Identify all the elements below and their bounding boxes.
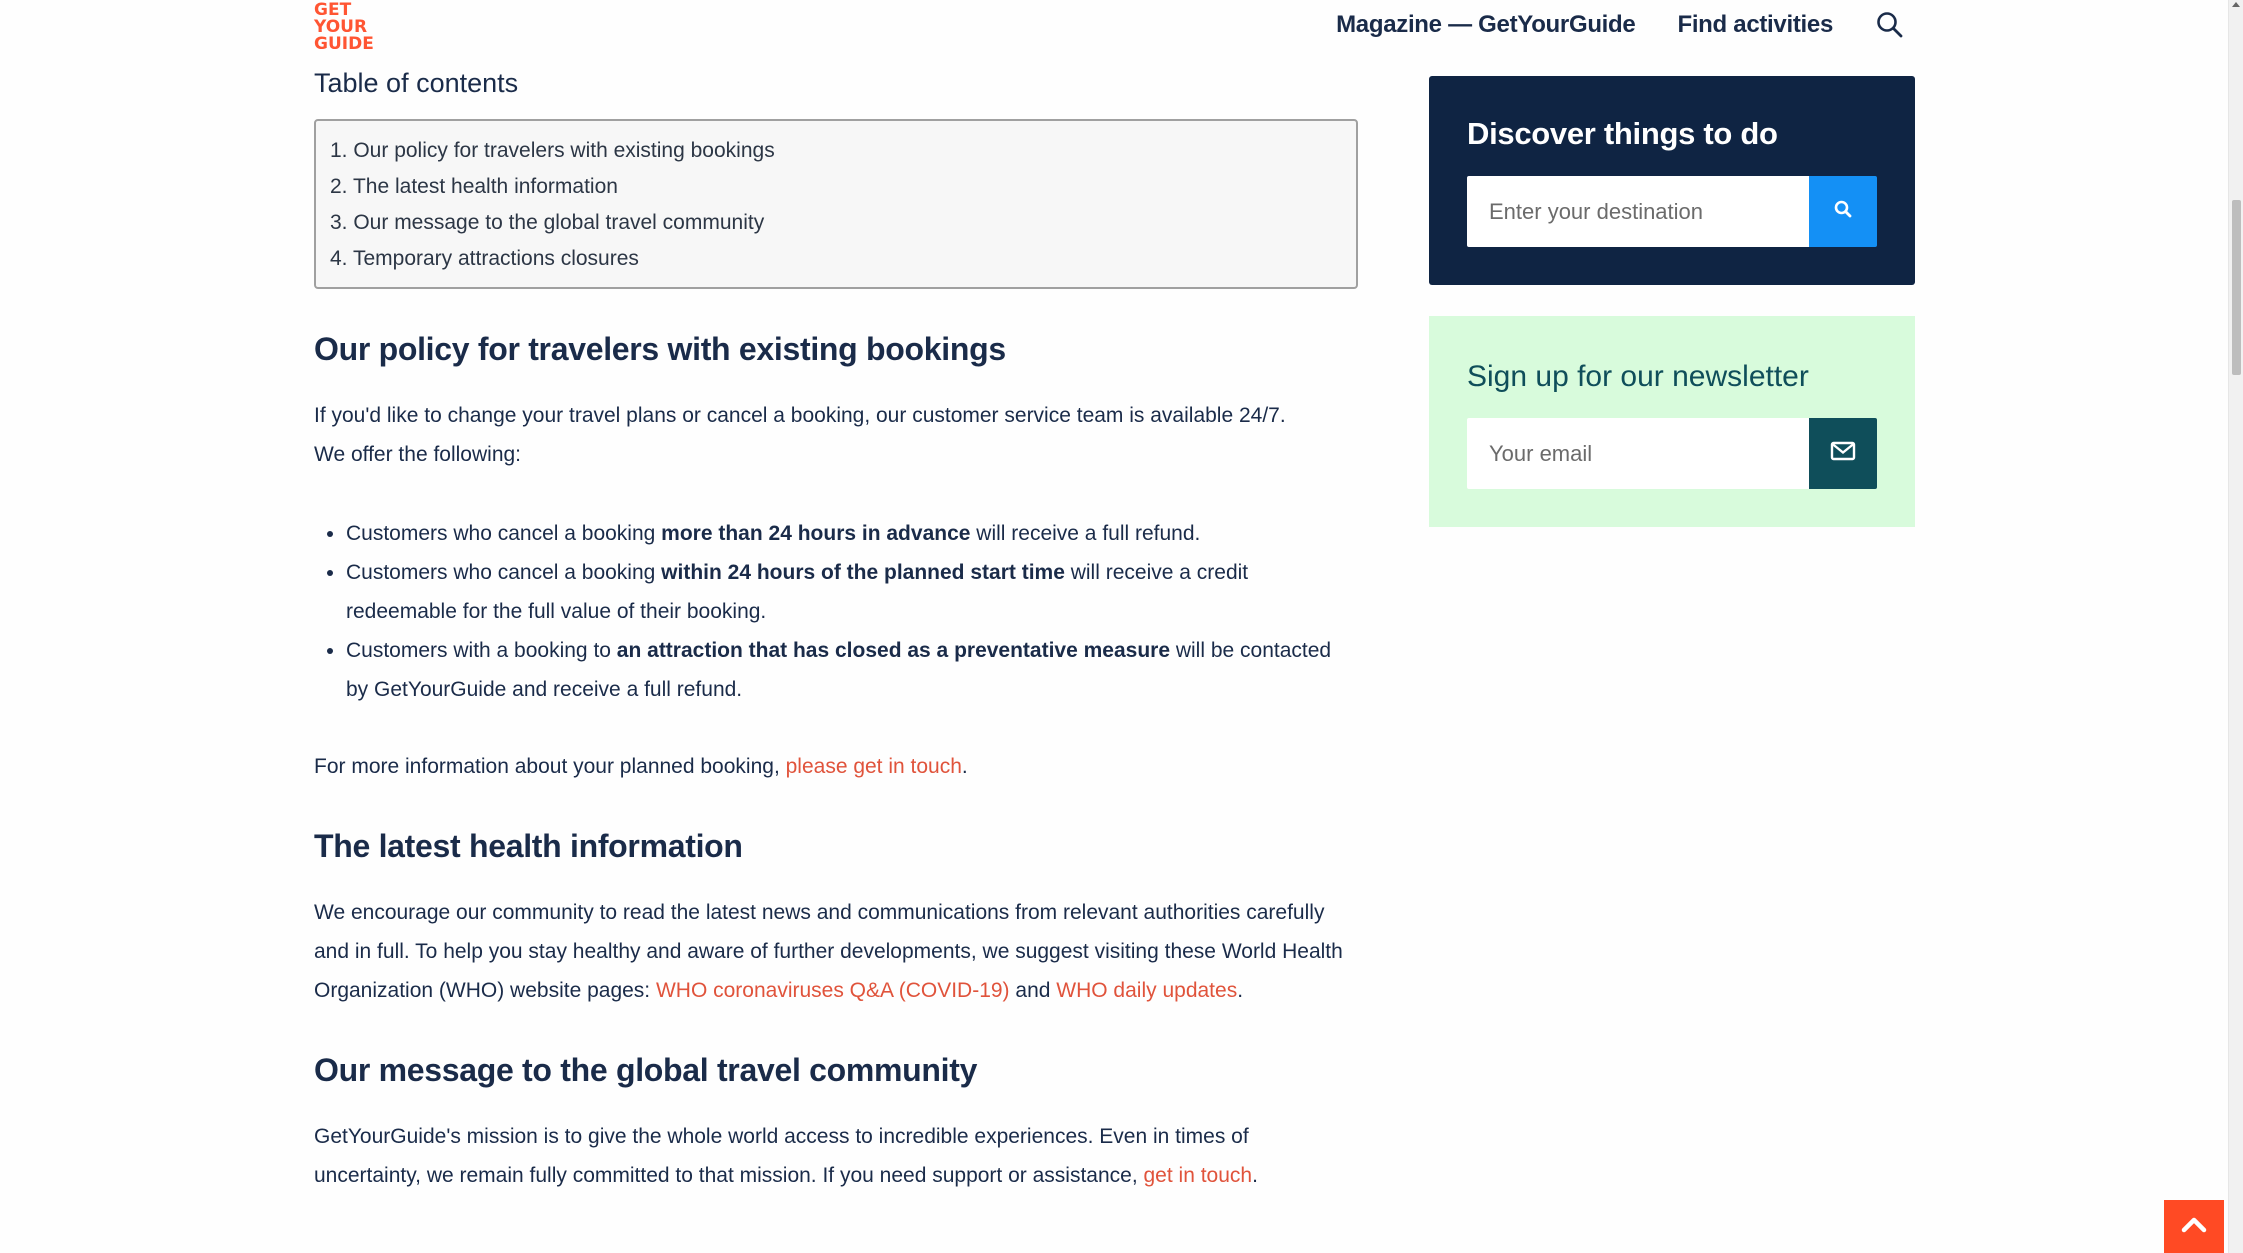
message-paragraph: GetYourGuide's mission is to give the wh… (314, 1117, 1358, 1195)
who-daily-updates-link[interactable]: WHO daily updates (1056, 979, 1237, 1002)
toc-item-closures[interactable]: 4. Temporary attractions closures (330, 241, 1342, 277)
toc-item-health[interactable]: 2. The latest health information (330, 169, 1342, 205)
logo-line: GUIDE (314, 34, 374, 54)
page-scrollbar[interactable] (2228, 0, 2243, 1253)
search-icon (1833, 199, 1853, 224)
list-item: Customers who cancel a booking more than… (346, 514, 1358, 553)
envelope-icon (1830, 440, 1856, 467)
destination-search-button[interactable] (1809, 176, 1877, 247)
newsletter-title: Sign up for our newsletter (1467, 360, 1809, 393)
policy-intro: If you'd like to change your travel plan… (314, 396, 1358, 474)
chevron-up-icon (2181, 1215, 2207, 1238)
discover-title: Discover things to do (1467, 116, 1778, 151)
newsletter-form (1467, 418, 1877, 489)
scrollbar-thumb[interactable] (2232, 200, 2241, 375)
sidebar: Discover things to do Sign up for our ne… (1429, 76, 1915, 527)
list-item: Customers with a booking to an attractio… (346, 631, 1358, 709)
toc-item-policy[interactable]: 1. Our policy for travelers with existin… (330, 133, 1342, 169)
email-input[interactable] (1467, 418, 1809, 489)
bullet-bold-text: more than 24 hours in advance (661, 522, 971, 545)
section-heading-message: Our message to the global travel communi… (314, 1052, 978, 1088)
bullet-text: Customers who cancel a booking (346, 561, 662, 584)
bullet-bold-text: within 24 hours of the planned start tim… (661, 561, 1065, 584)
health-text: and (1009, 979, 1057, 1002)
getyourguide-logo[interactable]: GET YOUR GUIDE (314, 2, 384, 53)
message-text: GetYourGuide's mission is to give the wh… (314, 1125, 1249, 1187)
policy-more-info: For more information about your planned … (314, 747, 1358, 786)
list-item: Customers who cancel a booking within 24… (346, 553, 1358, 631)
article-content: Table of contents 1. Our policy for trav… (314, 60, 1358, 1195)
top-navigation: Magazine — GetYourGuide Find activities (1336, 10, 1905, 40)
punctuation: . (1237, 979, 1244, 1002)
please-get-in-touch-link[interactable]: please get in touch (786, 755, 962, 778)
bullet-bold-text: an attraction that has closed as a preve… (616, 639, 1171, 662)
discover-widget: Discover things to do (1429, 76, 1915, 285)
health-paragraph: We encourage our community to read the l… (314, 893, 1358, 1010)
more-info-text: For more information about your planned … (314, 755, 786, 778)
destination-input[interactable] (1467, 176, 1809, 247)
bullet-text: Customers with a booking to (346, 639, 617, 662)
section-heading-health: The latest health information (314, 828, 743, 864)
bullet-text: will receive a full refund. (970, 522, 1201, 545)
newsletter-submit-button[interactable] (1809, 418, 1877, 489)
section-heading-policy: Our policy for travelers with existing b… (314, 331, 1006, 367)
policy-intro-line2: We offer the following: (314, 443, 522, 466)
back-to-top-button[interactable] (2164, 1200, 2224, 1253)
destination-search-form (1467, 176, 1877, 247)
bullet-text: Customers who cancel a booking (346, 522, 662, 545)
toc-item-message[interactable]: 3. Our message to the global travel comm… (330, 205, 1342, 241)
policy-bullet-list: Customers who cancel a booking more than… (314, 514, 1358, 709)
get-in-touch-link[interactable]: get in touch (1144, 1164, 1253, 1187)
nav-find-activities-link[interactable]: Find activities (1677, 11, 1833, 39)
punctuation: . (961, 755, 968, 778)
nav-magazine-link[interactable]: Magazine — GetYourGuide (1336, 11, 1636, 39)
who-qa-link[interactable]: WHO coronaviruses Q&A (COVID-19) (656, 979, 1010, 1002)
newsletter-widget: Sign up for our newsletter (1429, 316, 1915, 527)
toc-title: Table of contents (314, 68, 519, 98)
scroll-up-arrow-icon[interactable] (2232, 2, 2240, 7)
policy-intro-line1: If you'd like to change your travel plan… (314, 404, 1286, 427)
search-icon[interactable] (1875, 10, 1905, 40)
punctuation: . (1252, 1164, 1258, 1187)
table-of-contents: 1. Our policy for travelers with existin… (314, 119, 1358, 289)
